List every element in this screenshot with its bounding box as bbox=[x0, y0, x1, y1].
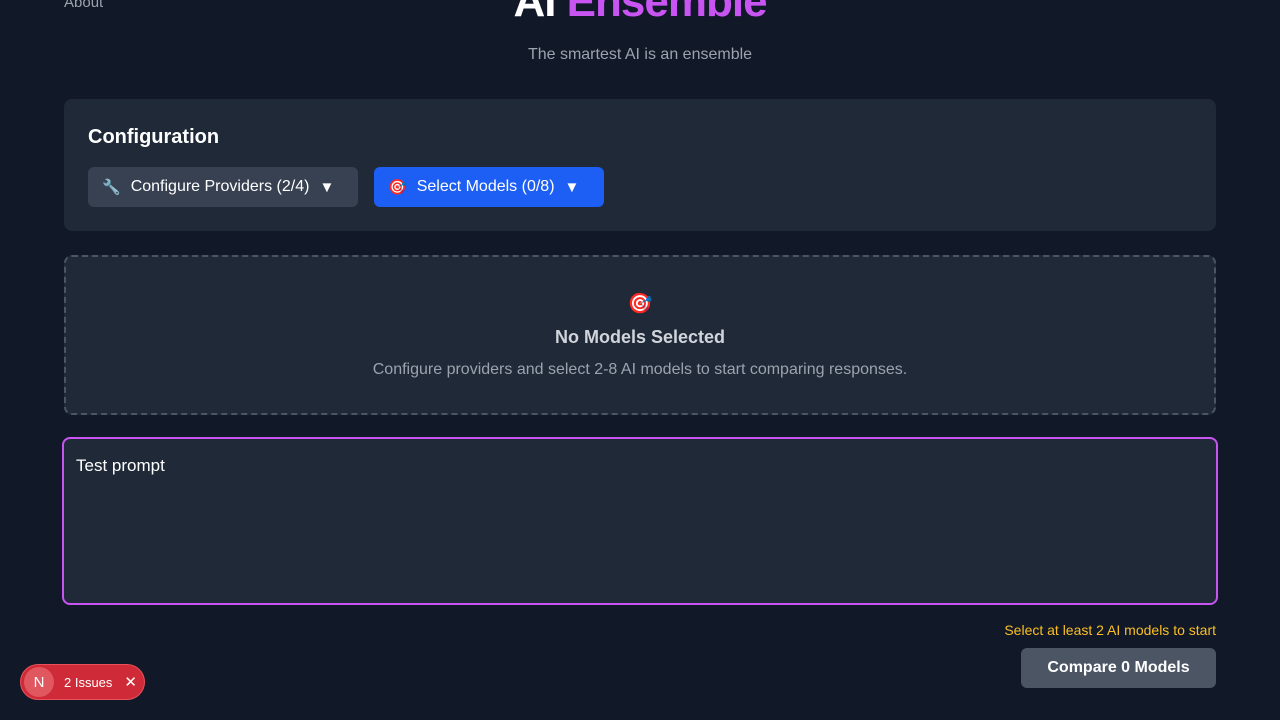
selection-warning: Select at least 2 AI models to start bbox=[1004, 622, 1216, 638]
brand-ensemble: Ensemble bbox=[566, 0, 768, 26]
configure-providers-label: Configure Providers (2/4) bbox=[130, 178, 310, 195]
no-models-description: Configure providers and select 2-8 AI mo… bbox=[372, 361, 908, 378]
configure-providers-button[interactable]: 🔧 Configure Providers (2/4) ▼ bbox=[88, 167, 358, 207]
select-models-label: Select Models (0/8) bbox=[416, 178, 555, 195]
close-icon[interactable]: ✕ bbox=[124, 673, 137, 691]
brand-ai: AI bbox=[513, 0, 556, 26]
configuration-panel: Configuration 🔧 Configure Providers (2/4… bbox=[64, 99, 1216, 231]
brand-title: AI Ensemble bbox=[0, 0, 1280, 26]
target-icon: 🎯 bbox=[388, 179, 407, 196]
caret-down-icon: ▼ bbox=[319, 178, 335, 196]
nextjs-logo-icon: N bbox=[24, 667, 54, 697]
compare-button[interactable]: Compare 0 Models bbox=[1021, 648, 1216, 688]
tagline: The smartest AI is an ensemble bbox=[527, 46, 753, 63]
issues-indicator[interactable]: N 2 Issues ✕ bbox=[20, 664, 145, 700]
configuration-title: Configuration bbox=[88, 126, 220, 148]
prompt-input[interactable]: Test prompt bbox=[62, 437, 1218, 605]
target-icon: 🎯 bbox=[627, 293, 653, 315]
page: About AI Ensemble The smartest AI is an … bbox=[0, 0, 1280, 720]
wrench-icon: 🔧 bbox=[102, 179, 121, 196]
caret-down-icon: ▼ bbox=[564, 178, 580, 196]
no-models-title: No Models Selected bbox=[554, 327, 726, 347]
issues-count[interactable]: 2 Issues bbox=[64, 675, 112, 690]
no-models-panel: 🎯 No Models Selected Configure providers… bbox=[64, 255, 1216, 415]
select-models-button[interactable]: 🎯 Select Models (0/8) ▼ bbox=[374, 167, 604, 207]
